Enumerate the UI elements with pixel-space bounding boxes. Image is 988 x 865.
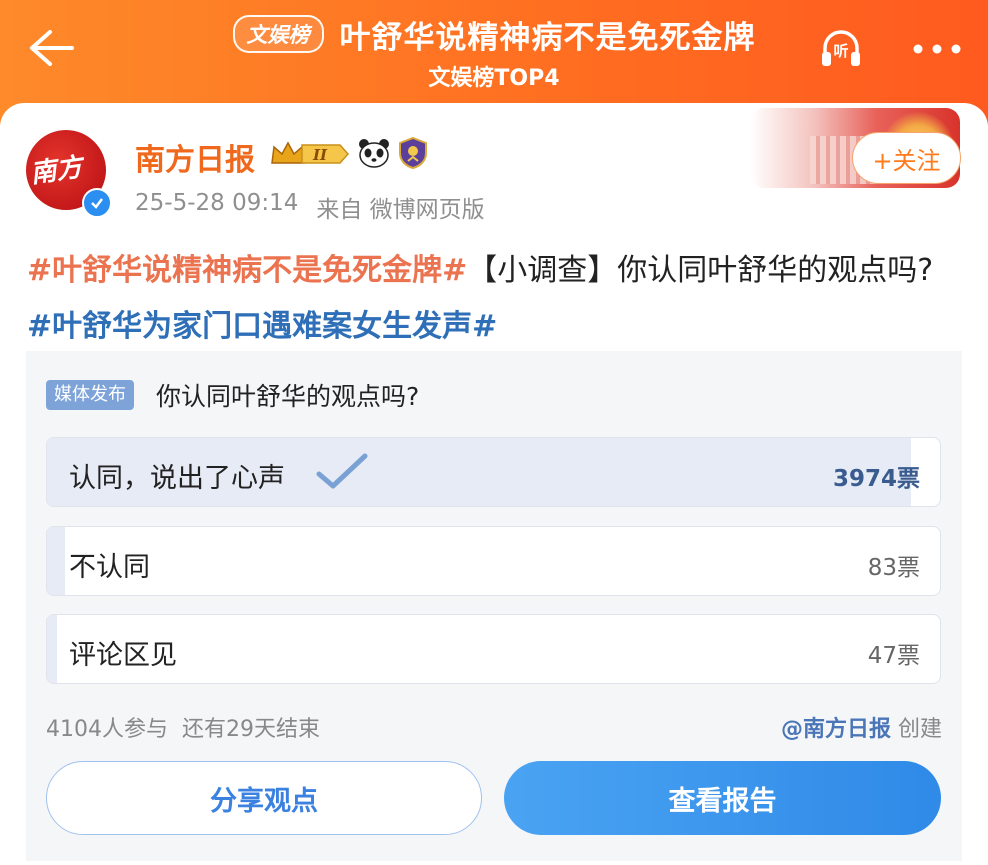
crown-badge-icon[interactable]: II xyxy=(270,139,350,169)
media-tag: 媒体发布 xyxy=(46,380,134,410)
shield-icon[interactable] xyxy=(398,136,428,170)
post-source: 来自 微博网页版 xyxy=(316,197,485,223)
avatar-logo-text: 南方 xyxy=(28,152,85,190)
follow-button[interactable]: +关注 xyxy=(852,132,961,184)
poll-stats: 4104人参与 还有29天结束 xyxy=(46,711,320,743)
creator-suffix: 创建 xyxy=(897,717,942,742)
poll-card: 媒体发布 你认同叶舒华的观点吗? 认同，说出了心声 3974票 不认同 83票 … xyxy=(26,351,962,861)
option-vote-count: 47票 xyxy=(867,643,920,669)
rank-tag: 文娱榜 xyxy=(232,15,324,53)
poll-option[interactable]: 认同，说出了心声 3974票 xyxy=(46,437,941,507)
panda-icon[interactable] xyxy=(357,136,391,170)
page-title: 叶舒华说精神病不是免死金牌 xyxy=(339,19,756,56)
post-meta: 25-5-28 09:14 来自 微博网页版 xyxy=(135,190,485,224)
post-body: #叶舒华说精神病不是免死金牌#【小调查】你认同叶舒华的观点吗? #叶舒华为家门口… xyxy=(27,243,962,355)
poll-option[interactable]: 评论区见 47票 xyxy=(46,614,941,684)
verified-icon xyxy=(82,188,112,218)
share-opinion-button[interactable]: 分享观点 xyxy=(46,761,482,835)
participant-count: 4104人参与 xyxy=(46,717,168,742)
option-label: 评论区见 xyxy=(69,640,177,671)
option-result-bar xyxy=(47,615,57,683)
option-label: 不认同 xyxy=(69,552,150,583)
poll-question: 你认同叶舒华的观点吗? xyxy=(156,382,420,411)
checkmark-icon xyxy=(316,453,368,489)
option-result-bar xyxy=(47,527,65,595)
option-vote-count: 3974票 xyxy=(832,466,920,492)
user-name[interactable]: 南方日报 xyxy=(135,135,255,179)
option-vote-count: 83票 xyxy=(867,555,920,581)
hashtag-link[interactable]: #叶舒华为家门口遇难案女生发声# xyxy=(27,309,497,344)
headphones-icon[interactable]: 听 xyxy=(818,26,864,72)
badge-level: II xyxy=(312,146,328,164)
poll-option[interactable]: 不认同 83票 xyxy=(46,526,941,596)
hashtag-link[interactable]: #叶舒华说精神病不是免死金牌# xyxy=(27,253,467,288)
timestamp: 25-5-28 09:14 xyxy=(135,190,299,216)
poll-creator: @南方日报 创建 xyxy=(781,711,942,743)
option-label: 认同，说出了心声 xyxy=(69,463,285,494)
creator-link[interactable]: @南方日报 xyxy=(781,717,891,742)
time-remaining: 还有29天结束 xyxy=(182,717,320,742)
more-options-icon[interactable] xyxy=(912,44,962,54)
post-text: 【小调查】你认同叶舒华的观点吗? xyxy=(467,253,934,288)
view-report-button[interactable]: 查看报告 xyxy=(504,761,941,835)
listen-label: 听 xyxy=(833,42,848,60)
